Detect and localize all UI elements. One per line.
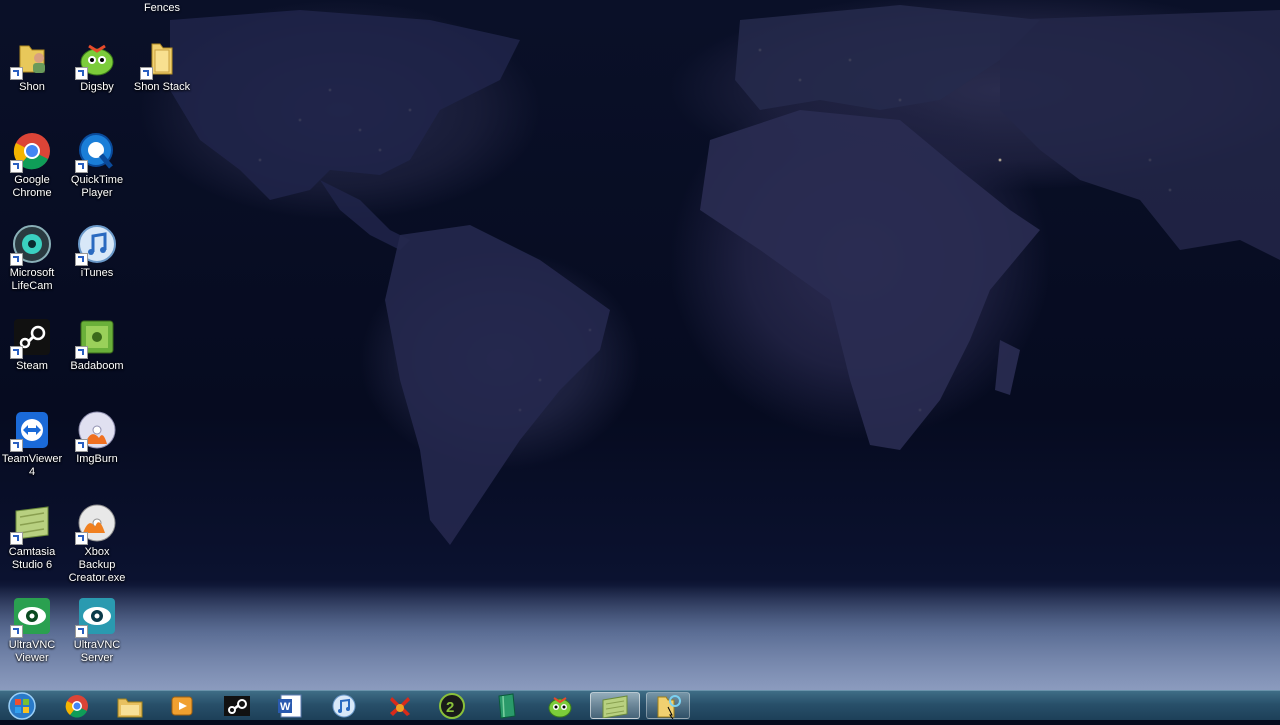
ultravnc-eye-icon: [10, 596, 52, 638]
desktop-icon-teamviewer-4[interactable]: TeamViewer 4: [0, 410, 64, 479]
steam-icon: [224, 695, 250, 716]
desktop-icon-google-chrome[interactable]: Google Chrome: [0, 131, 64, 200]
desktop-icon-label: Digsby: [80, 81, 114, 93]
ultravnc-eye-icon: [75, 596, 117, 638]
taskbar-chrome-button[interactable]: [55, 692, 99, 719]
digsby-icon: [75, 38, 117, 80]
asia-shape: [1000, 10, 1280, 260]
taskbar-digsby-button[interactable]: [538, 692, 582, 719]
desktop-icon-imgburn[interactable]: ImgBurn: [65, 410, 129, 466]
desktop-icon-camtasia-studio-6[interactable]: Camtasia Studio 6: [0, 503, 64, 572]
desktop-icon-label: QuickTime Player: [70, 174, 124, 199]
taskbar-folder-search-button[interactable]: [646, 692, 690, 719]
webcam-icon: [10, 224, 52, 266]
taskbar-camtasia-button[interactable]: [590, 692, 640, 719]
user-folder-icon: [10, 38, 52, 80]
desktop-icon-label: TeamViewer 4: [1, 453, 63, 478]
folder-library-icon: [117, 698, 143, 717]
taskbar-steam-button[interactable]: [215, 692, 259, 719]
itunes-icon: [332, 694, 356, 717]
desktop-icon-badaboom[interactable]: Badaboom: [65, 317, 129, 373]
disc-flame-icon: [75, 503, 117, 545]
south-america-shape: [385, 225, 610, 545]
europe-shape: [735, 5, 1040, 110]
desktop-icon-label: Xbox Backup Creator.exe: [68, 546, 126, 584]
desktop-icon-label: Steam: [16, 360, 48, 372]
desktop-icon-quicktime-player[interactable]: QuickTime Player: [65, 131, 129, 200]
desktop-icon-ultravnc-viewer[interactable]: UltraVNC Viewer: [0, 596, 64, 665]
desktop-icon-label: UltraVNC Viewer: [8, 639, 56, 664]
desktop-icon-label: Camtasia Studio 6: [8, 546, 56, 571]
north-america-shape: [170, 10, 520, 200]
start-button[interactable]: [4, 692, 40, 720]
digsby-icon: [548, 696, 572, 717]
desktop-icon-label: UltraVNC Server: [73, 639, 121, 664]
desktop-icon-label: Shon: [19, 81, 45, 93]
taskbar-itunes-button[interactable]: [322, 692, 366, 719]
red-x-icon: [390, 696, 410, 716]
taskbar-notebook-button[interactable]: [485, 692, 529, 719]
desktop-icon-label: Shon Stack: [133, 81, 191, 93]
taskbar-half-life-2-button[interactable]: 2: [430, 692, 474, 719]
svg-text:2: 2: [446, 699, 454, 716]
desktop-icon-label: iTunes: [80, 267, 114, 279]
madagascar-shape: [995, 340, 1020, 395]
teamviewer-icon: [10, 410, 52, 452]
desktop-icon-label: Microsoft LifeCam: [9, 267, 55, 292]
desktop-icon-label: Badaboom: [70, 360, 124, 372]
desktop-icon-digsby[interactable]: Digsby: [65, 38, 129, 94]
taskbar-word-button[interactable]: W: [268, 692, 312, 719]
camtasia-icon: [602, 694, 628, 718]
desktop-icon-shon-stack[interactable]: Shon Stack: [130, 38, 194, 94]
green-book-icon: [498, 692, 516, 719]
world-map-silhouette: [170, 5, 1280, 545]
windows-start-orb-icon: [8, 692, 36, 720]
desktop-icon-label: ImgBurn: [76, 453, 118, 465]
itunes-icon: [75, 224, 117, 266]
desktop-icon-steam[interactable]: Steam: [0, 317, 64, 373]
fence-title: Fences: [143, 2, 181, 14]
media-player-icon: [171, 696, 193, 715]
africa-shape: [700, 110, 1040, 450]
desktop-icon-label: Google Chrome: [12, 174, 52, 199]
chrome-icon: [65, 694, 88, 717]
imgburn-icon: [75, 410, 117, 452]
svg-text:W: W: [280, 701, 291, 713]
desktop-icon-microsoft-lifecam[interactable]: Microsoft LifeCam: [0, 224, 64, 293]
desktop-icon-ultravnc-server[interactable]: UltraVNC Server: [65, 596, 129, 665]
taskbar: W 2: [0, 690, 1280, 720]
folder-icon: [140, 38, 182, 80]
desktop-icon-itunes[interactable]: iTunes: [65, 224, 129, 280]
steam-icon: [10, 317, 52, 359]
desktop-icon-xbox-backup-creator[interactable]: Xbox Backup Creator.exe: [65, 503, 129, 585]
badaboom-icon: [75, 317, 117, 359]
desktop-icon-shon[interactable]: Shon: [0, 38, 64, 94]
taskbar-explorer-button[interactable]: [108, 692, 152, 719]
folder-search-icon: [657, 694, 681, 719]
word-icon: W: [278, 694, 302, 717]
camtasia-icon: [10, 503, 52, 545]
chrome-icon: [10, 131, 52, 173]
quicktime-icon: [75, 131, 117, 173]
taskbar-xbox-backup-button[interactable]: [378, 692, 422, 719]
taskbar-media-player-button[interactable]: [160, 692, 204, 719]
central-america-shape: [320, 180, 410, 250]
hl2-icon: 2: [439, 692, 465, 719]
